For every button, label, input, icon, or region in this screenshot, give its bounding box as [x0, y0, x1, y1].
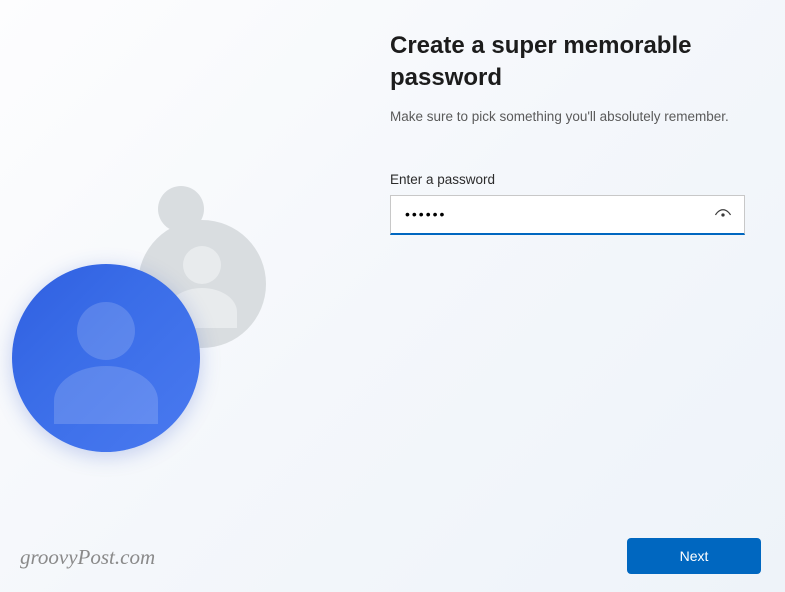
watermark-text: groovyPost.com	[20, 545, 155, 570]
password-field-wrap	[390, 195, 745, 235]
page-subtitle: Make sure to pick something you'll absol…	[390, 109, 745, 124]
illustration-pane	[0, 0, 370, 592]
reveal-password-button[interactable]	[707, 199, 739, 231]
avatar-large-icon	[12, 264, 200, 452]
password-label: Enter a password	[390, 172, 745, 187]
password-input[interactable]	[390, 195, 745, 235]
next-button[interactable]: Next	[627, 538, 761, 574]
eye-icon	[714, 206, 732, 224]
content-pane: Create a super memorable password Make s…	[370, 0, 785, 592]
page-title: Create a super memorable password	[390, 30, 710, 95]
